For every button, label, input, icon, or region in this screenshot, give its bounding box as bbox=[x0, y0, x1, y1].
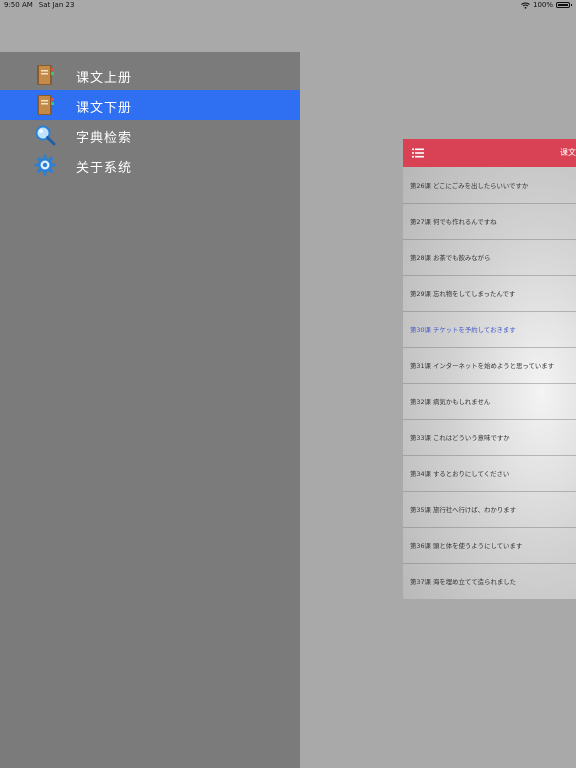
lesson-title: 第33课 これはどういう意味ですか bbox=[410, 434, 510, 442]
list-item[interactable]: 第31课 インターネットを始めようと思っています bbox=[403, 348, 576, 384]
lesson-title: 第30课 チケットを予約しておきます bbox=[410, 326, 516, 334]
battery-level bbox=[558, 4, 568, 6]
lesson-title: 第26课 どこにごみを出したらいいですか bbox=[410, 182, 529, 190]
lesson-title: 第29课 忘れ物をしてしまったんです bbox=[410, 290, 516, 298]
lesson-title: 第35课 旅行社へ行けば、わかります bbox=[410, 506, 517, 514]
list-item[interactable]: 第26课 どこにごみを出したらいいですか bbox=[403, 168, 576, 204]
menu-item-dictionary-search[interactable]: 字典检索 bbox=[0, 120, 300, 150]
menu-item-textbook-vol1[interactable]: 课文上册 bbox=[0, 60, 300, 90]
wifi-icon bbox=[521, 2, 530, 9]
list-item[interactable]: 第29课 忘れ物をしてしまったんです bbox=[403, 276, 576, 312]
lesson-list: 第26课 どこにごみを出したらいいですか 第27课 何でも作れるんですね 第28… bbox=[403, 168, 576, 599]
battery-percent: 100% bbox=[532, 1, 553, 9]
status-date: Sat Jan 23 bbox=[38, 1, 75, 9]
menu-item-about-system[interactable]: 关于系统 bbox=[0, 150, 300, 180]
book-icon bbox=[37, 65, 54, 85]
menu-label: 关于系统 bbox=[76, 161, 133, 176]
list-item[interactable]: 第33课 これはどういう意味ですか bbox=[403, 420, 576, 456]
status-bar: 9:50 AM Sat Jan 23 100% bbox=[0, 0, 576, 12]
list-item[interactable]: 第36课 頭と体を使うようにしています bbox=[403, 528, 576, 564]
menu-label: 课文上册 bbox=[76, 71, 133, 86]
book-icon bbox=[37, 95, 54, 115]
menu-label: 字典检索 bbox=[76, 131, 133, 146]
list-item[interactable]: 第27课 何でも作れるんですね bbox=[403, 204, 576, 240]
lesson-title: 第34课 するとおりにしてください bbox=[410, 470, 510, 478]
list-item[interactable]: 第34课 するとおりにしてください bbox=[403, 456, 576, 492]
lesson-title: 第27课 何でも作れるんですね bbox=[410, 218, 497, 226]
lesson-title: 第28课 お茶でも飲みながら bbox=[410, 254, 491, 262]
status-time: 9:50 AM bbox=[4, 1, 33, 9]
lesson-title: 第32课 病気かもしれません bbox=[410, 398, 491, 406]
lesson-title: 第31课 インターネットを始めようと思っています bbox=[410, 362, 555, 370]
side-menu: 课文上册 课文下册 字典检索 关于系统 bbox=[0, 52, 300, 768]
lesson-title: 第37课 海を埋め立てて造られました bbox=[410, 578, 517, 586]
list-item[interactable]: 第35课 旅行社へ行けば、わかります bbox=[403, 492, 576, 528]
list-item[interactable]: 第37课 海を埋め立てて造られました bbox=[403, 564, 576, 599]
lesson-list-panel: 课文 第26课 どこにごみを出したらいいですか 第27课 何でも作れるんですね … bbox=[403, 139, 576, 599]
list-item-active[interactable]: 第30课 チケットを予約しておきます bbox=[403, 312, 576, 348]
menu-label: 课文下册 bbox=[76, 101, 133, 116]
magnifier-icon bbox=[35, 125, 56, 146]
gear-icon bbox=[34, 154, 56, 176]
list-item[interactable]: 第32课 病気かもしれません bbox=[403, 384, 576, 420]
list-item[interactable]: 第28课 お茶でも飲みながら bbox=[403, 240, 576, 276]
lesson-list-header: 课文 bbox=[403, 139, 576, 167]
lesson-title: 第36课 頭と体を使うようにしています bbox=[410, 542, 523, 550]
battery-icon bbox=[556, 2, 572, 8]
hamburger-menu-icon[interactable] bbox=[412, 148, 424, 158]
menu-item-textbook-vol2[interactable]: 课文下册 bbox=[0, 90, 300, 120]
page-title: 课文 bbox=[560, 148, 576, 157]
